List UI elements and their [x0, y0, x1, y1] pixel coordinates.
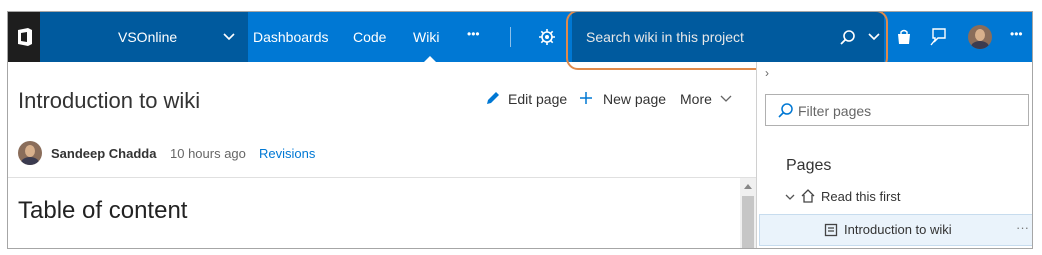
page-icon: [824, 223, 838, 237]
gear-icon[interactable]: [539, 29, 555, 45]
toc-heading: Table of content: [18, 197, 188, 224]
home-icon: [801, 189, 815, 203]
nav-code[interactable]: Code: [353, 29, 386, 45]
overflow-menu-button[interactable]: •••: [1010, 27, 1023, 41]
new-page-button[interactable]: New page: [603, 91, 666, 107]
last-edited-time: 10 hours ago: [170, 146, 246, 161]
pages-heading: Pages: [786, 157, 832, 174]
scrollbar-thumb[interactable]: [742, 196, 754, 248]
chevron-down-icon[interactable]: [785, 192, 795, 202]
tree-item-label: Introduction to wiki: [844, 222, 952, 237]
revisions-link[interactable]: Revisions: [259, 146, 315, 161]
nav-divider: [510, 27, 511, 47]
author-name: Sandeep Chadda: [51, 146, 157, 161]
tree-item-label: Read this first: [821, 189, 901, 204]
active-tab-indicator: [424, 56, 436, 62]
account-selector[interactable]: VSOnline: [40, 12, 248, 62]
author-avatar: [18, 141, 42, 165]
window: VSOnline Dashboards Code Wiki ••• Search…: [7, 11, 1033, 249]
content-divider: [8, 177, 756, 178]
top-nav-bar: VSOnline Dashboards Code Wiki ••• Search…: [8, 12, 1032, 70]
profile-avatar[interactable]: [968, 25, 992, 49]
search-icon: [778, 103, 793, 118]
filter-pages-input[interactable]: Filter pages: [798, 103, 871, 119]
scroll-up-arrow-icon[interactable]: [744, 184, 752, 189]
more-menu-button[interactable]: More: [680, 91, 712, 107]
tree-item-introduction-to-wiki[interactable]: Introduction to wiki ···: [759, 214, 1032, 246]
tree-item-more-button[interactable]: ···: [1016, 220, 1029, 235]
pencil-icon: [487, 92, 499, 104]
page-title: Introduction to wiki: [18, 88, 201, 113]
pages-sidepane: › Filter pages Pages Read this first Int…: [756, 62, 1032, 248]
chevron-down-icon: [223, 33, 235, 41]
nav-more-button[interactable]: •••: [467, 27, 480, 41]
nav-wiki[interactable]: Wiki: [413, 29, 439, 45]
collapse-pane-button[interactable]: ›: [765, 66, 769, 80]
vsts-logo-icon: [18, 28, 32, 46]
filter-pages-box[interactable]: Filter pages: [765, 94, 1029, 126]
vsts-logo-button[interactable]: [8, 12, 40, 62]
account-name: VSOnline: [118, 29, 178, 45]
edit-page-button[interactable]: Edit page: [508, 91, 567, 107]
shopping-bag-icon[interactable]: [897, 29, 911, 45]
nav-dashboards[interactable]: Dashboards: [253, 29, 329, 45]
plus-icon: [580, 92, 592, 104]
chevron-down-icon[interactable]: [720, 93, 732, 105]
feedback-icon[interactable]: [930, 28, 946, 46]
content-scrollbar[interactable]: [740, 178, 756, 248]
